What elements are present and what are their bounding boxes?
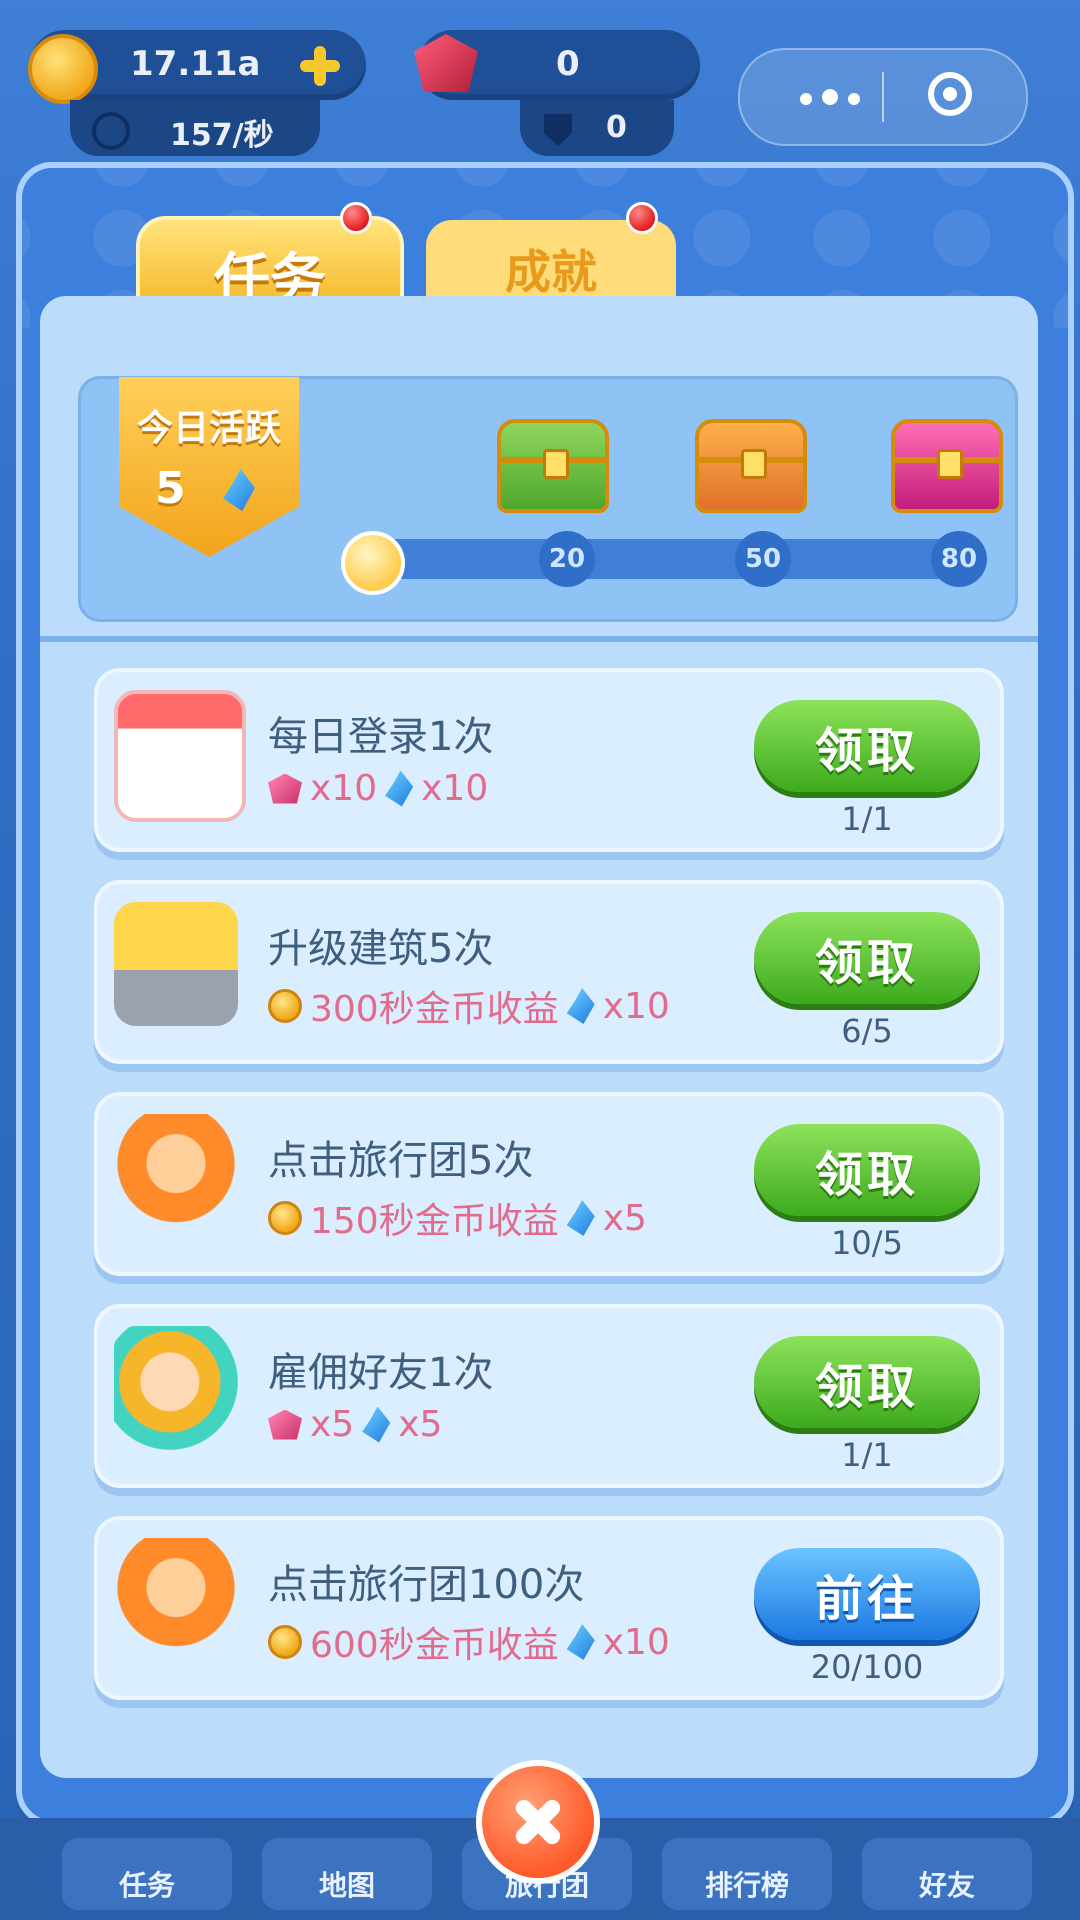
calendar-icon [114,690,246,822]
reward-a: 600秒金币收益 [310,1625,559,1666]
chest-80-icon[interactable] [891,419,1003,513]
task-card: 点击旅行团5次 150秒金币收益 x5 领取 10/5 [94,1092,1004,1276]
claim-button[interactable]: 领取 [754,912,980,1004]
gems-value: 0 [556,44,580,84]
activity-point-icon [385,770,414,807]
marker-20: 20 [539,531,595,587]
marker-50: 50 [735,531,791,587]
hammer-icon [114,902,238,1026]
task-card: 升级建筑5次 300秒金币收益 x10 领取 6/5 [94,880,1004,1064]
task-title: 每日登录1次 [268,714,494,760]
task-card: 点击旅行团100次 600秒金币收益 x10 前往 20/100 [94,1516,1004,1700]
task-reward: x5 x5 [268,1404,442,1445]
tour-group-icon [114,1538,238,1662]
nav-item-friends[interactable]: 好友 [862,1838,1032,1910]
task-panel: 任务 成就 今日活跃 5 20 50 80 每日登录1次 x10 x10 领取 … [16,162,1074,1826]
reward-a: 300秒金币收益 [310,989,559,1030]
task-reward: 150秒金币收益 x5 [268,1192,647,1244]
task-progress: 1/1 [841,1436,893,1474]
reward-b: x5 [398,1404,443,1445]
reward-b: x10 [421,768,489,809]
task-progress: 6/5 [841,1012,893,1050]
task-reward: 600秒金币收益 x10 [268,1616,670,1668]
task-card: 雇佣好友1次 x5 x5 领取 1/1 [94,1304,1004,1488]
task-card: 每日登录1次 x10 x10 领取 1/1 [94,668,1004,852]
reward-b: x5 [602,1197,647,1239]
activity-shield: 今日活跃 5 [119,377,299,557]
reward-b: x10 [602,1621,670,1663]
activity-point-icon [223,469,255,511]
more-menu-icon[interactable] [800,89,870,109]
task-title: 点击旅行团5次 [268,1138,534,1184]
marker-80: 80 [931,531,987,587]
task-progress: 20/100 [810,1648,924,1686]
coin-icon [268,1201,302,1235]
task-title: 雇佣好友1次 [268,1350,494,1396]
clock-icon [92,112,130,150]
gem-icon [268,773,302,804]
activity-point-icon [566,1624,595,1660]
task-title: 升级建筑5次 [268,926,494,972]
close-miniprogram-icon[interactable] [928,72,972,116]
coin-icon [268,1625,302,1659]
chest-50-icon[interactable] [695,419,807,513]
activity-knob [341,531,405,595]
capsule-separator [882,72,884,122]
task-reward: 300秒金币收益 x10 [268,980,670,1032]
coin-icon [268,989,302,1023]
activity-title: 今日活跃 [136,408,281,449]
claim-button[interactable]: 领取 [754,1124,980,1216]
nav-item-map[interactable]: 地图 [262,1838,432,1910]
wechat-capsule [738,48,1028,146]
claim-button[interactable]: 领取 [754,1336,980,1428]
activity-track: 20 50 80 [341,531,987,595]
close-button[interactable] [476,1760,600,1884]
go-button[interactable]: 前往 [754,1548,980,1640]
chest-20-icon[interactable] [497,419,609,513]
reward-a: x5 [310,1404,355,1445]
claim-button[interactable]: 领取 [754,700,980,792]
add-coins-icon[interactable] [300,46,340,86]
tour-group-icon [114,1114,238,1238]
activity-point-icon [566,1200,595,1236]
task-reward: x10 x10 [268,768,488,809]
nav-item-leaderboard[interactable]: 排行榜 [662,1838,832,1910]
shield-pill [520,100,674,156]
coins-value: 17.11a [130,44,261,84]
reward-a: 150秒金币收益 [310,1201,559,1242]
shield-value: 0 [606,110,627,145]
coin-icon [28,34,98,104]
rate-value: 157/秒 [170,118,274,153]
hire-friend-icon [114,1326,238,1450]
reward-b: x10 [602,985,670,1027]
daily-activity: 今日活跃 5 20 50 80 [78,376,1018,622]
task-progress: 1/1 [841,800,893,838]
task-progress: 10/5 [831,1224,903,1262]
nav-item-tasks[interactable]: 任务 [62,1838,232,1910]
gem-icon [268,1409,302,1440]
activity-value: 5 [155,463,186,514]
task-title: 点击旅行团100次 [268,1562,585,1608]
reward-a: x10 [310,768,378,809]
tab-tasks-badge [340,202,372,234]
activity-point-icon [566,988,595,1024]
tab-achievements-badge [626,202,658,234]
activity-point-icon [362,1406,391,1443]
activity-divider [40,636,1038,642]
